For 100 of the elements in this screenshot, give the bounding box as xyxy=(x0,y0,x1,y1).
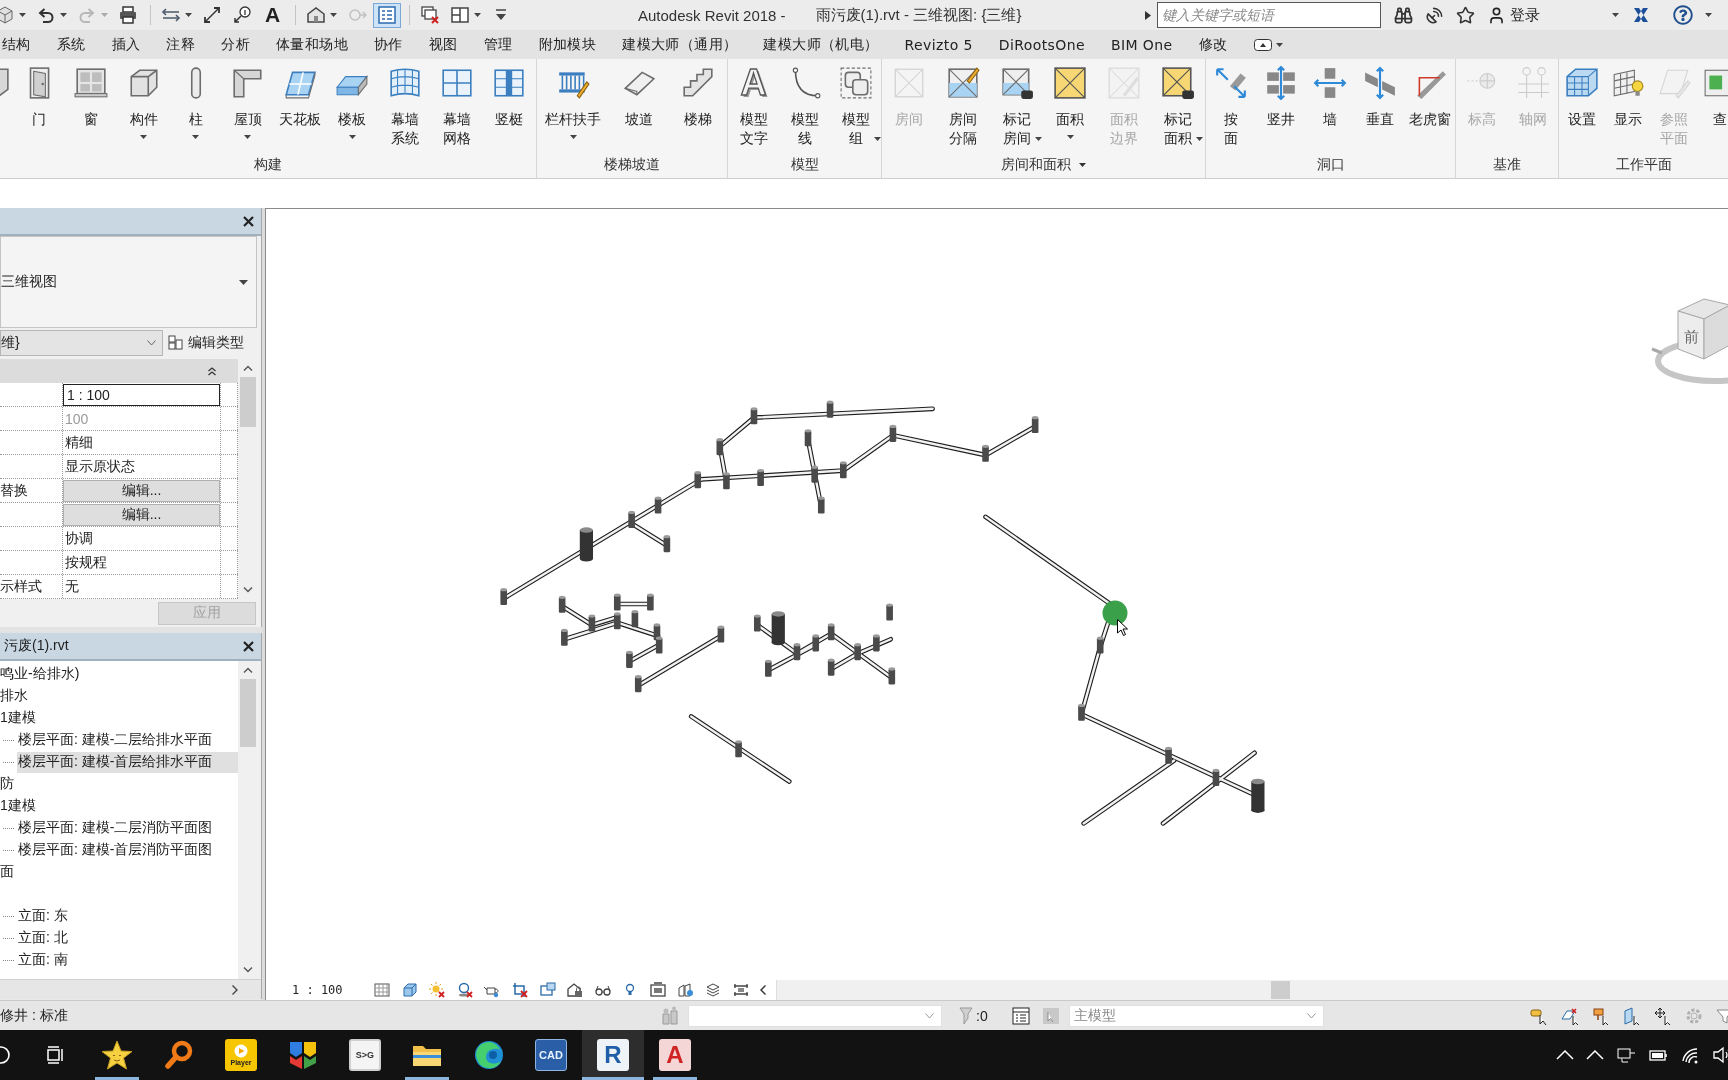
ribbon-button[interactable]: 墙 xyxy=(1307,66,1354,129)
tree-item[interactable]: 1建模 xyxy=(0,707,238,729)
ribbon-button[interactable]: 门 xyxy=(16,66,63,129)
ribbon-tab[interactable]: 建模大师（通用） xyxy=(609,30,751,59)
ribbon-button[interactable]: 柱 xyxy=(172,66,219,139)
tree-item[interactable]: 楼层平面: 建模-二层给排水平面 xyxy=(17,729,238,751)
face-cursor-icon[interactable] xyxy=(1623,1006,1641,1025)
ribbon-button[interactable]: 天花板 xyxy=(277,66,324,129)
tree-item[interactable]: 立面: 东 xyxy=(17,905,238,927)
ribbon-tab[interactable]: 管理 xyxy=(470,30,526,59)
ribbon-tab[interactable]: DiRootsOne xyxy=(985,30,1098,59)
ribbon-tab[interactable]: 分析 xyxy=(208,30,264,59)
shadow-icon[interactable] xyxy=(456,982,473,998)
tree-item[interactable]: 防 xyxy=(0,773,238,795)
taskbar-app[interactable]: S>G xyxy=(334,1030,396,1080)
ribbon-button[interactable]: 竖井 xyxy=(1257,66,1304,129)
edit-type-button[interactable]: 编辑类型 xyxy=(168,333,244,352)
ribbon-button[interactable]: 按面 xyxy=(1207,66,1254,148)
ribbon-button[interactable]: 模型线 xyxy=(781,66,828,148)
ribbon-tab[interactable]: 建模大师（机电） xyxy=(750,30,892,59)
taskbar-app[interactable]: R xyxy=(582,1030,644,1080)
edit-button[interactable]: 编辑... xyxy=(63,479,220,502)
ribbon-button[interactable]: 标记房间 xyxy=(993,66,1040,148)
ribbon-button[interactable]: 窗 xyxy=(68,66,115,129)
ribbon-button[interactable]: 屋顶 xyxy=(224,66,271,139)
toolbar-button[interactable]: A xyxy=(258,2,288,28)
scroll-down-icon[interactable] xyxy=(243,587,253,593)
ribbon-tab[interactable]: 体量和场地 xyxy=(263,30,362,59)
help-icon[interactable] xyxy=(1673,5,1693,25)
ribbon-button[interactable]: 幕墙网格 xyxy=(433,66,480,148)
scroll-right-icon[interactable] xyxy=(232,984,238,995)
ribbon-button[interactable]: 标记面积 xyxy=(1155,66,1202,148)
collapse-icon[interactable] xyxy=(208,366,216,376)
pin-cursor-icon[interactable] xyxy=(1592,1006,1610,1025)
view-scale[interactable]: 1 : 100 xyxy=(292,983,352,997)
ribbon-tab[interactable]: 注释 xyxy=(153,30,209,59)
crop-icon[interactable] xyxy=(511,982,528,998)
move-cursor-icon[interactable] xyxy=(1654,1006,1672,1025)
plane-cursor-icon[interactable] xyxy=(1561,1006,1579,1025)
type-selector[interactable]: 三维视图 xyxy=(0,236,257,328)
scrollbar-thumb[interactable] xyxy=(240,377,256,427)
ribbon-tab[interactable]: Revizto 5 xyxy=(891,30,986,59)
ribbon-button[interactable]: 设置 xyxy=(1559,66,1605,129)
ribbon-button[interactable]: 栏杆扶手 xyxy=(543,66,604,139)
ribbon-button[interactable]: 面积 xyxy=(1047,66,1094,139)
tree-item[interactable]: 鸣业-给排水) xyxy=(0,663,238,685)
tree-item[interactable]: 楼层平面: 建模-首层给排水平面 xyxy=(17,751,238,773)
ribbon-tab[interactable]: 插入 xyxy=(98,30,154,59)
network-icon[interactable] xyxy=(1616,1045,1636,1065)
panel-title[interactable]: 房间和面积 xyxy=(1001,156,1086,174)
ribbon-button[interactable]: 楼梯 xyxy=(674,66,721,129)
dimension-icon[interactable] xyxy=(732,982,749,998)
filter-icon[interactable] xyxy=(1716,1006,1728,1025)
ribbon-tab[interactable]: 协作 xyxy=(361,30,416,59)
ribbon-tab[interactable]: BIM One xyxy=(1097,30,1186,59)
scrollbar-thumb[interactable] xyxy=(240,679,256,747)
wifi-icon[interactable] xyxy=(1680,1045,1700,1065)
tree-item[interactable]: 立面: 南 xyxy=(17,949,238,971)
view-dropdown[interactable]: 维} xyxy=(0,329,163,356)
tree-item[interactable]: 立面: 北 xyxy=(17,927,238,949)
list-window-icon[interactable] xyxy=(1011,1006,1030,1025)
speaker-icon[interactable] xyxy=(1712,1045,1728,1065)
ribbon-button[interactable]: 显示 xyxy=(1605,66,1651,129)
ribbon-button[interactable]: A 模型文字 xyxy=(730,66,777,148)
ribbon-tab[interactable]: 附加模块 xyxy=(525,30,610,59)
x-logo-icon[interactable] xyxy=(1631,5,1651,25)
scroll-down-icon[interactable] xyxy=(243,967,253,973)
sign-in-button[interactable]: 登录 xyxy=(1487,5,1540,25)
ribbon-button[interactable]: 构件 xyxy=(120,66,167,139)
ribbon-button[interactable]: 楼板 xyxy=(329,66,376,139)
sun-icon[interactable] xyxy=(429,982,446,998)
ribbon-button[interactable]: 房间分隔 xyxy=(939,66,986,148)
binoculars-icon[interactable] xyxy=(1394,5,1413,25)
ribbon-button[interactable]: 查 xyxy=(1697,66,1728,129)
tree-item[interactable]: 排水 xyxy=(0,685,238,707)
scrollbar-thumb[interactable] xyxy=(1271,981,1290,999)
scroll-up-icon[interactable] xyxy=(243,667,253,673)
ribbon-tab[interactable]: 视图 xyxy=(415,30,471,59)
tree-item[interactable]: 楼层平面: 建模-首层消防平面图 xyxy=(17,839,238,861)
overlapping-frames-icon[interactable] xyxy=(539,982,556,998)
chevron-up-icon[interactable] xyxy=(1556,1050,1574,1060)
satellite-dish-icon[interactable] xyxy=(1425,5,1444,25)
property-input[interactable]: 1 : 100 xyxy=(63,383,220,406)
tree-item[interactable]: 1建模 xyxy=(0,795,238,817)
edit-button[interactable]: 编辑... xyxy=(63,503,220,526)
ribbon-button[interactable]: 竖梃 xyxy=(485,66,532,129)
ribbon-button[interactable]: 幕墙系统 xyxy=(381,66,428,148)
ribbon-toggle-button[interactable] xyxy=(1254,38,1284,51)
scroll-up-icon[interactable] xyxy=(243,365,253,371)
ribbon-tab[interactable]: 修改 xyxy=(1185,30,1241,59)
taskbar-app[interactable]: CAD xyxy=(520,1030,582,1080)
cube-icon[interactable] xyxy=(401,982,418,998)
tag-cursor-icon[interactable] xyxy=(1530,1006,1548,1025)
star-icon[interactable] xyxy=(1456,5,1475,25)
ribbon-button[interactable]: 模型组 xyxy=(832,66,879,148)
ribbon-button[interactable]: 垂直 xyxy=(1357,66,1404,129)
ribbon-tab[interactable]: 结构 xyxy=(0,30,44,59)
ribbon-button[interactable]: 老虎窗 xyxy=(1407,66,1454,129)
chevron-up-icon[interactable] xyxy=(1586,1050,1604,1060)
buildings-icon[interactable] xyxy=(677,982,694,998)
